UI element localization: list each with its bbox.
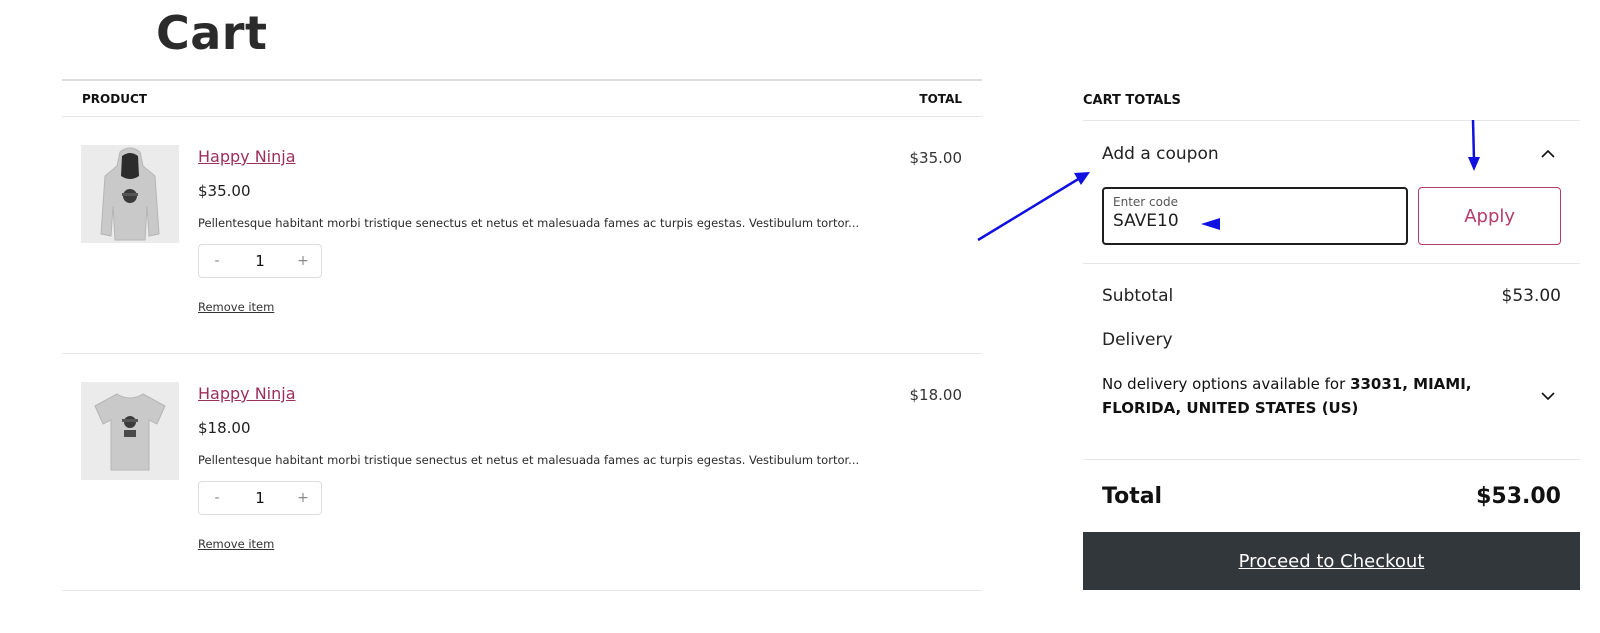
delivery-message: No delivery options available for 33031,… bbox=[1102, 372, 1502, 420]
chevron-up-icon[interactable] bbox=[1541, 149, 1555, 159]
cart-item-details: Happy Ninja $35.00 Pellentesque habitant… bbox=[198, 147, 860, 315]
quantity-decrease-button[interactable]: - bbox=[199, 253, 235, 269]
coupon-form: Enter code Apply bbox=[1102, 187, 1561, 245]
cart-table-header: PRODUCT TOTAL bbox=[62, 79, 982, 117]
quantity-stepper: - 1 + bbox=[198, 244, 322, 278]
delivery-options-toggle[interactable]: No delivery options available for 33031,… bbox=[1102, 372, 1561, 420]
quantity-stepper: - 1 + bbox=[198, 481, 322, 515]
total-value: $53.00 bbox=[1476, 483, 1561, 509]
coupon-code-field[interactable]: Enter code bbox=[1102, 187, 1409, 245]
delivery-label: Delivery bbox=[1102, 330, 1173, 350]
arrow-icon bbox=[977, 172, 1090, 242]
unit-price: $35.00 bbox=[198, 182, 251, 200]
total-column-header: TOTAL bbox=[919, 91, 962, 106]
cart-totals-heading: CART TOTALS bbox=[1083, 80, 1580, 121]
coupon-panel: Add a coupon Enter code Apply bbox=[1083, 121, 1580, 264]
product-column-header: PRODUCT bbox=[82, 91, 147, 106]
product-thumbnail[interactable] bbox=[81, 145, 179, 243]
coupon-title: Add a coupon bbox=[1102, 144, 1219, 164]
product-thumbnail[interactable] bbox=[81, 382, 179, 480]
cart-item-row: Happy Ninja $18.00 Pellentesque habitant… bbox=[62, 354, 982, 591]
subtotal-value: $53.00 bbox=[1501, 286, 1561, 306]
tshirt-image bbox=[94, 393, 166, 471]
line-total: $35.00 bbox=[909, 149, 963, 167]
delivery-message-prefix: No delivery options available for bbox=[1102, 375, 1351, 393]
apply-coupon-button[interactable]: Apply bbox=[1418, 187, 1561, 245]
remove-item-link[interactable]: Remove item bbox=[198, 537, 274, 551]
order-total-row: Total $53.00 bbox=[1083, 460, 1580, 532]
product-description: Pellentesque habitant morbi tristique se… bbox=[198, 453, 860, 467]
cart-table: PRODUCT TOTAL Happy Ninja $35.00 Pellent… bbox=[62, 79, 982, 591]
cart-item-row: Happy Ninja $35.00 Pellentesque habitant… bbox=[62, 117, 982, 354]
coupon-field-label: Enter code bbox=[1113, 195, 1178, 209]
remove-item-link[interactable]: Remove item bbox=[198, 300, 274, 314]
quantity-increase-button[interactable]: + bbox=[285, 253, 321, 269]
subtotal-label: Subtotal bbox=[1102, 286, 1174, 306]
product-description: Pellentesque habitant morbi tristique se… bbox=[198, 216, 860, 230]
cart-item-details: Happy Ninja $18.00 Pellentesque habitant… bbox=[198, 384, 860, 552]
product-name-link[interactable]: Happy Ninja bbox=[198, 384, 296, 403]
subtotals-section: Subtotal $53.00 Delivery No delivery opt… bbox=[1083, 264, 1580, 460]
total-label: Total bbox=[1102, 483, 1163, 509]
hoodie-image bbox=[100, 147, 160, 241]
quantity-value[interactable]: 1 bbox=[255, 489, 265, 507]
line-total: $18.00 bbox=[909, 386, 963, 404]
quantity-value[interactable]: 1 bbox=[255, 252, 265, 270]
unit-price: $18.00 bbox=[198, 419, 251, 437]
page-title: Cart bbox=[156, 6, 268, 60]
product-name-link[interactable]: Happy Ninja bbox=[198, 147, 296, 166]
quantity-increase-button[interactable]: + bbox=[285, 490, 321, 506]
cart-totals-panel: CART TOTALS Add a coupon Enter code Appl… bbox=[1083, 80, 1580, 590]
quantity-decrease-button[interactable]: - bbox=[199, 490, 235, 506]
subtotal-row: Subtotal $53.00 bbox=[1102, 286, 1561, 306]
coupon-toggle[interactable]: Add a coupon bbox=[1102, 121, 1561, 187]
chevron-down-icon[interactable] bbox=[1541, 391, 1555, 401]
coupon-code-input[interactable] bbox=[1113, 211, 1398, 231]
proceed-to-checkout-button[interactable]: Proceed to Checkout bbox=[1083, 532, 1580, 590]
